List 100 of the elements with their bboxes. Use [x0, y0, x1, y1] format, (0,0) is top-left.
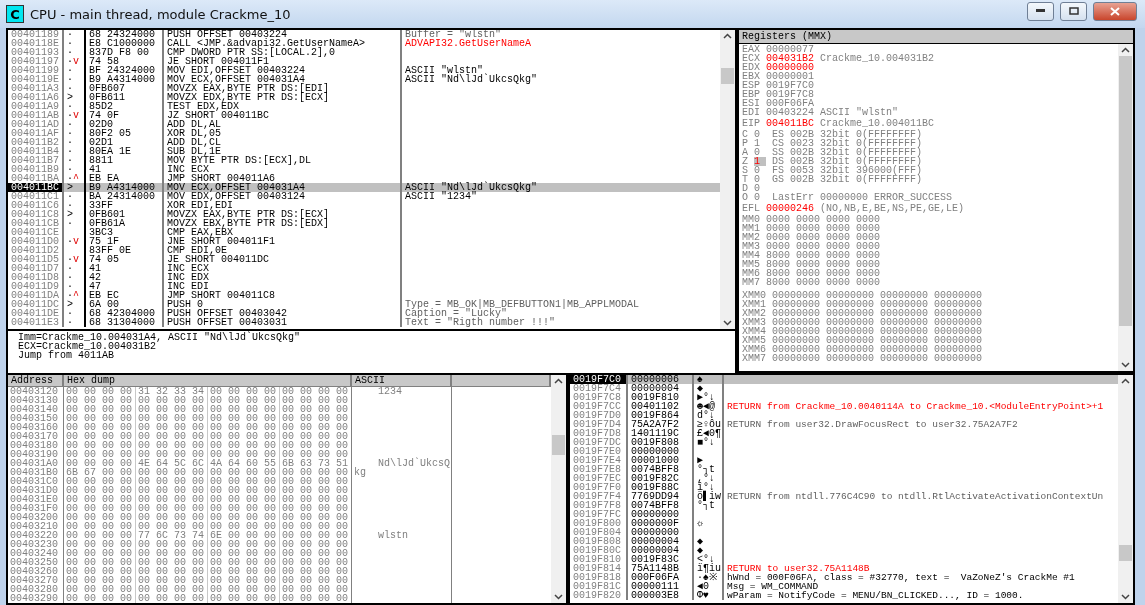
register-comment: Crackme_10.004031B2	[820, 54, 935, 63]
column-header[interactable]: Address	[8, 375, 64, 387]
scroll-down-icon[interactable]	[1121, 594, 1130, 600]
flag-value[interactable]: 1	[754, 139, 766, 148]
scroll-up-icon[interactable]	[554, 378, 563, 384]
register-comment: (NO,NB,E,BE,NS,PE,GE,LE)	[820, 204, 965, 213]
scrollbar[interactable]	[720, 30, 735, 329]
hex-bytes: 00 00 00 00	[280, 549, 352, 558]
hex-bytes: 00 00 00 00	[280, 558, 352, 567]
hex-bytes: 00 00 00 00	[280, 450, 352, 459]
ascii-text: ◆	[697, 536, 704, 547]
scrollbar[interactable]	[1118, 44, 1133, 371]
instruction-text: ADD DL,AL	[167, 119, 221, 130]
scrollbar[interactable]	[1118, 375, 1133, 603]
hex-bytes: 00 00 00 00	[280, 432, 352, 441]
register-value[interactable]: 004011BC	[766, 119, 815, 128]
scroll-up-icon[interactable]	[1121, 47, 1130, 53]
comment-text: RETURN from user32.DrawFocusRect to user32.75A2A7F2	[726, 420, 1019, 429]
hex-bytes: 02D1	[89, 137, 113, 148]
register-value[interactable]: 0019F7C0	[766, 81, 815, 90]
hex-bytes: 00 00 00 00	[64, 540, 136, 549]
scroll-up-icon[interactable]	[1121, 378, 1130, 384]
marker-text: ·	[67, 173, 73, 184]
hex-bytes: 00 00 00 00	[280, 414, 352, 423]
hex-bytes: 00 00 00 00	[136, 585, 208, 594]
flag-value[interactable]: 0	[754, 148, 766, 157]
scroll-down-icon[interactable]	[723, 320, 732, 326]
register-value[interactable]: 00000077	[766, 45, 815, 54]
instruction-text: MOVZX EAX,BYTE PTR DS:[ECX]	[167, 209, 330, 220]
marker-text: ·	[67, 218, 73, 229]
register-name: EBX	[742, 72, 760, 81]
comment-text: Text = "Rigth number !!!"	[405, 317, 556, 328]
register-name: MM4	[742, 251, 760, 260]
maximize-button[interactable]	[1060, 1, 1087, 21]
flag-value[interactable]: 0	[754, 193, 766, 202]
ascii-text: kg	[354, 467, 366, 478]
address-text: 004031B0	[8, 468, 64, 477]
jump-arrow-text: v	[73, 56, 80, 67]
instruction-text: TEST EDX,EDX	[167, 101, 239, 112]
marker-text: ·	[67, 263, 73, 274]
register-value: 00000000 00000000 00000000 00000000	[772, 336, 983, 345]
address-text: 00403260	[8, 567, 64, 576]
hex-bytes: B9 A4314000	[89, 182, 155, 193]
comment-text: ASCII "wlstn"	[405, 65, 483, 76]
hex-bytes: 00 00 00 00	[136, 405, 208, 414]
instruction-text: MOV EDI,OFFSET 00403224	[167, 65, 306, 76]
flag-name: T	[742, 175, 748, 184]
stack-value: 1401119C	[631, 428, 679, 439]
marker-text: ·	[67, 47, 73, 58]
instruction-text: CMP DWORD PTR SS:[LOCAL.2],0	[167, 47, 336, 58]
scroll-thumb[interactable]	[1119, 545, 1132, 561]
address-text: 00403160	[8, 423, 64, 432]
scrollbar[interactable]	[551, 375, 566, 603]
ascii-text: <°↓	[697, 554, 715, 565]
register-value[interactable]: 00000001	[766, 72, 815, 81]
scroll-down-icon[interactable]	[1121, 362, 1130, 368]
scroll-up-icon[interactable]	[723, 33, 732, 39]
register-value[interactable]: 00000246	[766, 204, 815, 213]
hex-bytes: 31 32 33 34	[136, 387, 208, 396]
hex-bytes: 74 0F	[89, 110, 119, 121]
address-text: 004031C0	[8, 477, 64, 486]
scroll-thumb[interactable]	[552, 435, 565, 455]
marker-text: ·	[67, 281, 73, 292]
scroll-down-icon[interactable]	[554, 594, 563, 600]
minimize-button[interactable]	[1027, 1, 1054, 21]
flag-value[interactable]: 0	[754, 166, 766, 175]
address-text: 00403200	[8, 513, 64, 522]
register-value[interactable]: 004031B2	[766, 54, 815, 63]
ascii-text: wlstn	[377, 530, 408, 541]
comment-text: Buffer = "wlstn"	[405, 30, 501, 40]
scroll-thumb[interactable]	[721, 68, 734, 84]
hex-bytes: 00 00 00 00	[208, 486, 280, 495]
marker-text: ·	[67, 137, 73, 148]
flag-value[interactable]: 0	[754, 130, 766, 139]
marker-text: ·	[67, 155, 73, 166]
column-header[interactable]: Hex dump	[64, 375, 352, 387]
register-value[interactable]: 0019F7C8	[766, 90, 815, 99]
register-value[interactable]: 00000000	[766, 63, 815, 72]
register-value[interactable]: 00403224	[766, 108, 815, 117]
scroll-thumb[interactable]	[1119, 56, 1132, 326]
flag-name: O	[742, 193, 748, 202]
flag-value[interactable]: 0	[754, 175, 766, 184]
hex-bytes: 00 00 00 00	[64, 414, 136, 423]
hex-bytes: 4A 64 60 55	[208, 459, 280, 468]
hex-bytes: 00 00 00 00	[280, 594, 352, 603]
comment-text: ADVAPI32.GetUserNameA	[405, 38, 532, 49]
flag-value[interactable]: 0	[754, 184, 766, 193]
hex-bytes: 00 00 00 00	[64, 594, 136, 603]
ascii-text: °┐t	[697, 464, 715, 475]
stack-value: 00000004	[631, 383, 679, 394]
close-button[interactable]	[1093, 1, 1137, 21]
register-name: EFL	[742, 204, 760, 213]
hex-bytes: 6E 00 00 00	[208, 531, 280, 540]
register-value: 00000000 00000000 00000000 00000000	[772, 354, 983, 363]
register-value[interactable]: 000F06FA	[766, 99, 815, 108]
marker-text: ·	[67, 146, 73, 157]
column-header[interactable]: ASCII	[352, 375, 452, 387]
instruction-text: INC ECX	[167, 164, 209, 175]
flag-name: A	[742, 148, 748, 157]
hex-bytes: 00 00 00 00	[136, 423, 208, 432]
